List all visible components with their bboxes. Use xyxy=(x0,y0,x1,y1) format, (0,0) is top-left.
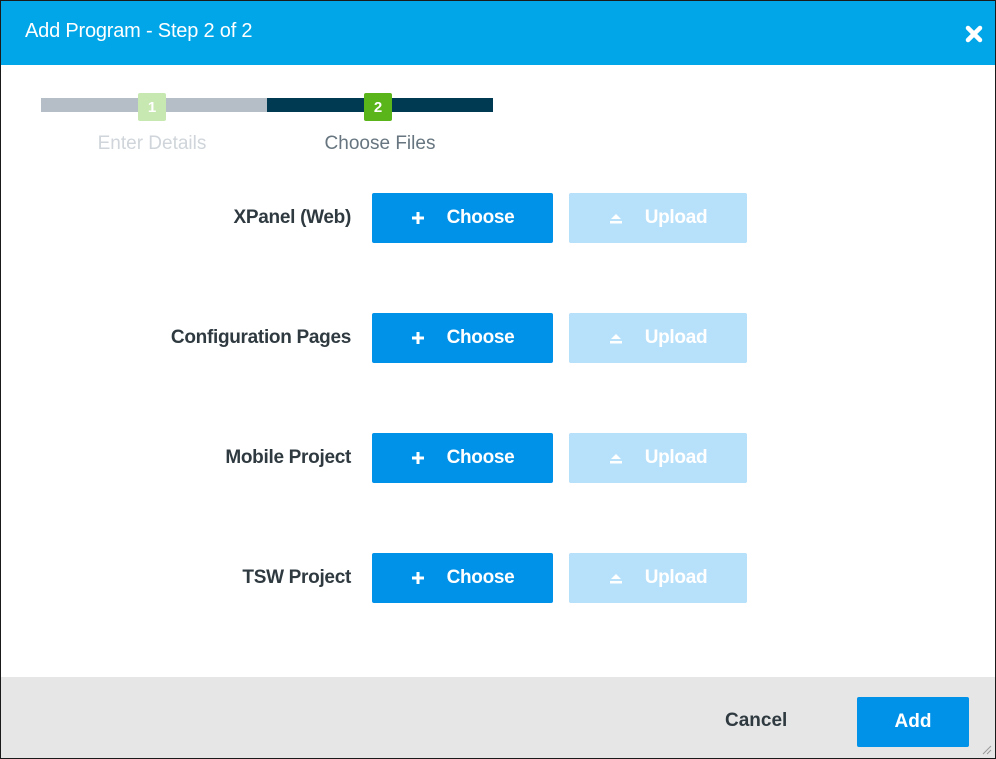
resize-grip-icon[interactable] xyxy=(980,743,992,755)
file-row-xpanel: XPanel (Web) Choose Upload xyxy=(1,193,995,243)
dialog-header: Add Program - Step 2 of 2 xyxy=(1,1,995,65)
upload-label: Upload xyxy=(644,327,708,348)
plus-icon xyxy=(411,452,424,464)
upload-label: Upload xyxy=(644,447,708,468)
plus-icon xyxy=(411,572,424,584)
choose-label: Choose xyxy=(446,447,515,468)
choose-label: Choose xyxy=(446,567,515,588)
step-2-label: Choose Files xyxy=(324,133,436,154)
dialog-title: Add Program - Step 2 of 2 xyxy=(25,20,253,42)
upload-icon xyxy=(609,454,622,464)
file-row-configuration-pages: Configuration Pages Choose Upload xyxy=(1,313,995,363)
choose-label: Choose xyxy=(446,207,515,228)
choose-label: Choose xyxy=(446,327,515,348)
upload-icon xyxy=(609,574,622,584)
upload-button: Upload xyxy=(569,313,747,363)
add-button[interactable]: Add xyxy=(857,697,969,747)
row-label: Mobile Project xyxy=(225,447,351,468)
choose-button[interactable]: Choose xyxy=(372,313,553,363)
choose-button[interactable]: Choose xyxy=(372,193,553,243)
close-icon[interactable] xyxy=(963,23,985,45)
row-label: Configuration Pages xyxy=(170,327,351,348)
dialog-footer: Cancel Add xyxy=(1,677,995,758)
upload-button: Upload xyxy=(569,553,747,603)
wizard-stepper: 1 2 Enter Details Choose Files xyxy=(41,93,493,163)
upload-label: Upload xyxy=(644,567,708,588)
upload-icon xyxy=(609,214,622,224)
step-1-label: Enter Details xyxy=(97,133,207,154)
cancel-button[interactable]: Cancel xyxy=(725,710,787,732)
upload-button: Upload xyxy=(569,433,747,483)
plus-icon xyxy=(411,332,424,344)
upload-button: Upload xyxy=(569,193,747,243)
upload-label: Upload xyxy=(644,207,708,228)
file-row-mobile-project: Mobile Project Choose Upload xyxy=(1,433,995,483)
add-program-dialog: Add Program - Step 2 of 2 1 2 Enter Deta… xyxy=(0,0,996,759)
row-label: XPanel (Web) xyxy=(233,207,352,228)
row-label: TSW Project xyxy=(242,567,351,588)
close-icon-glyph xyxy=(965,25,983,43)
step-2-number: 2 xyxy=(364,93,392,121)
upload-icon xyxy=(609,334,622,344)
step-1-number: 1 xyxy=(138,93,166,121)
choose-button[interactable]: Choose xyxy=(372,433,553,483)
choose-button[interactable]: Choose xyxy=(372,553,553,603)
file-row-tsw-project: TSW Project Choose Upload xyxy=(1,553,995,603)
plus-icon xyxy=(411,212,424,224)
